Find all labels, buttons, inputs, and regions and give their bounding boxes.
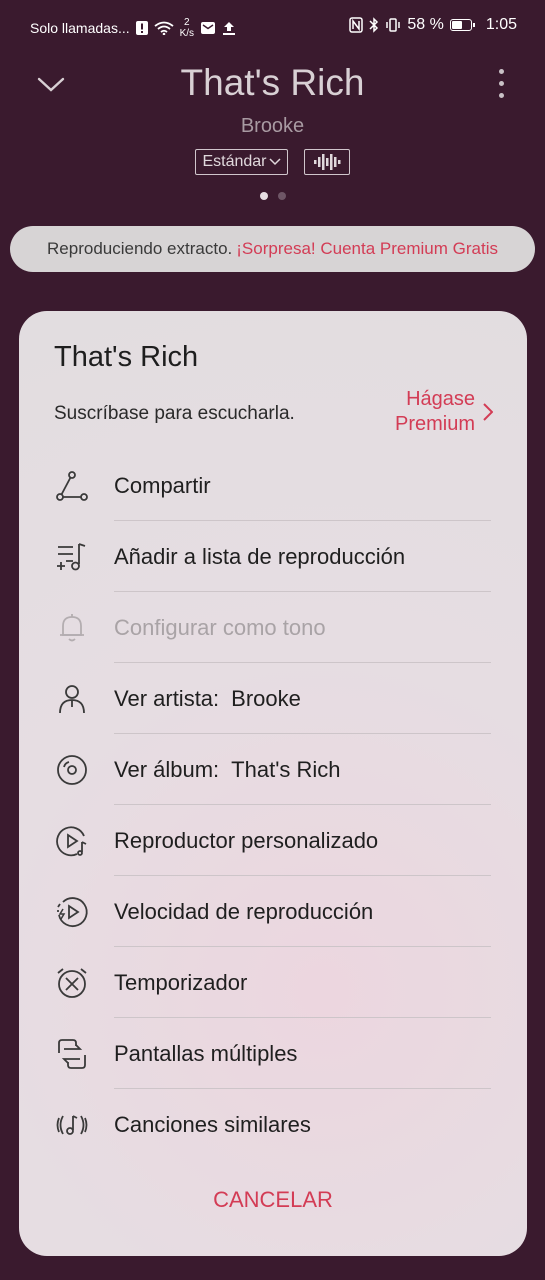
menu-item-label: Compartir <box>114 472 211 498</box>
options-menu: Compartir Añadir a lista de reproducción… <box>19 450 527 1160</box>
song-title: That's Rich <box>180 62 365 103</box>
menu-item-similar-songs[interactable]: Canciones similares <box>19 1089 527 1160</box>
wifi-icon <box>154 21 174 35</box>
menu-item-label: Ver álbum: That's Rich <box>114 756 341 782</box>
menu-item-label: Canciones similares <box>114 1111 311 1137</box>
add-playlist-icon <box>53 538 91 576</box>
artist-icon <box>53 680 91 718</box>
preview-banner[interactable]: Reproduciendo extracto. ¡Sorpresa! Cuent… <box>10 226 535 272</box>
menu-item-view-artist[interactable]: Ver artista: Brooke <box>19 663 527 734</box>
premium-line-2: Premium <box>394 413 475 435</box>
menu-item-sleep-timer[interactable]: Temporizador <box>19 947 527 1018</box>
artist-name[interactable]: Brooke <box>0 115 545 138</box>
go-premium-button[interactable]: Hágase Premium <box>395 387 493 437</box>
page-indicator <box>0 192 545 200</box>
quality-select[interactable]: Estándar <box>195 149 288 175</box>
custom-player-icon <box>53 822 91 860</box>
timer-icon <box>53 964 91 1002</box>
bell-icon <box>53 609 91 647</box>
menu-item-label: Pantallas múltiples <box>114 1040 298 1066</box>
waveform-icon <box>313 154 341 170</box>
page-dot-2 <box>277 192 286 200</box>
status-bar: Solo llamadas... 2 K/s 58 % 1:05 <box>0 0 545 52</box>
menu-item-label: Reproductor personalizado <box>114 827 379 853</box>
more-options-button[interactable] <box>491 66 511 100</box>
menu-item-playback-speed[interactable]: Velocidad de reproducción <box>19 876 527 947</box>
nfc-icon <box>349 17 364 33</box>
album-icon <box>53 751 91 789</box>
playback-speed-icon <box>53 893 91 931</box>
quality-label: Estándar <box>202 153 267 170</box>
sheet-title: That's Rich <box>54 341 199 373</box>
mail-icon <box>200 21 216 35</box>
premium-line-1: Hágase <box>406 388 475 410</box>
battery-icon <box>449 19 475 31</box>
battery-percent: 58 % <box>407 16 444 33</box>
chevron-right-icon <box>483 403 493 421</box>
page-dot-1 <box>259 192 268 200</box>
player-header: That's Rich Brooke Estándar <box>0 52 545 212</box>
multi-screen-icon <box>53 1035 91 1073</box>
menu-item-label: Añadir a lista de reproducción <box>114 543 406 569</box>
menu-item-label: Temporizador <box>114 969 248 995</box>
network-speed: 2 K/s <box>179 17 195 39</box>
album-value: That's Rich <box>231 756 341 782</box>
menu-item-add-to-playlist[interactable]: Añadir a lista de reproducción <box>19 521 527 592</box>
menu-item-label: Ver artista: Brooke <box>114 685 301 711</box>
menu-item-label: Configurar como tono <box>114 614 326 640</box>
similar-songs-icon <box>53 1106 91 1144</box>
menu-item-custom-player[interactable]: Reproductor personalizado <box>19 805 527 876</box>
artist-value: Brooke <box>231 685 301 711</box>
premium-promo-link[interactable]: ¡Sorpresa! Cuenta Premium Gratis <box>236 239 498 259</box>
cancel-button[interactable]: CANCELAR <box>19 1187 527 1213</box>
chevron-down-icon <box>268 158 281 166</box>
clock: 1:05 <box>485 16 517 33</box>
share-icon <box>53 467 91 505</box>
song-options-sheet: That's Rich Suscríbase para escucharla. … <box>19 311 527 1256</box>
alert-icon <box>135 21 148 35</box>
upload-icon <box>222 21 236 35</box>
menu-item-share[interactable]: Compartir <box>19 450 527 521</box>
menu-item-set-ringtone: Configurar como tono <box>19 592 527 663</box>
menu-item-multi-screen[interactable]: Pantallas múltiples <box>19 1018 527 1089</box>
subscribe-text: Suscríbase para escucharla. <box>54 403 295 424</box>
sound-effects-button[interactable] <box>303 149 350 175</box>
menu-item-label: Velocidad de reproducción <box>114 898 374 924</box>
bluetooth-icon <box>369 17 379 33</box>
preview-text: Reproduciendo extracto. <box>47 239 233 258</box>
menu-item-view-album[interactable]: Ver álbum: That's Rich <box>19 734 527 805</box>
vibrate-icon <box>385 17 401 33</box>
carrier-text: Solo llamadas... <box>30 20 130 36</box>
